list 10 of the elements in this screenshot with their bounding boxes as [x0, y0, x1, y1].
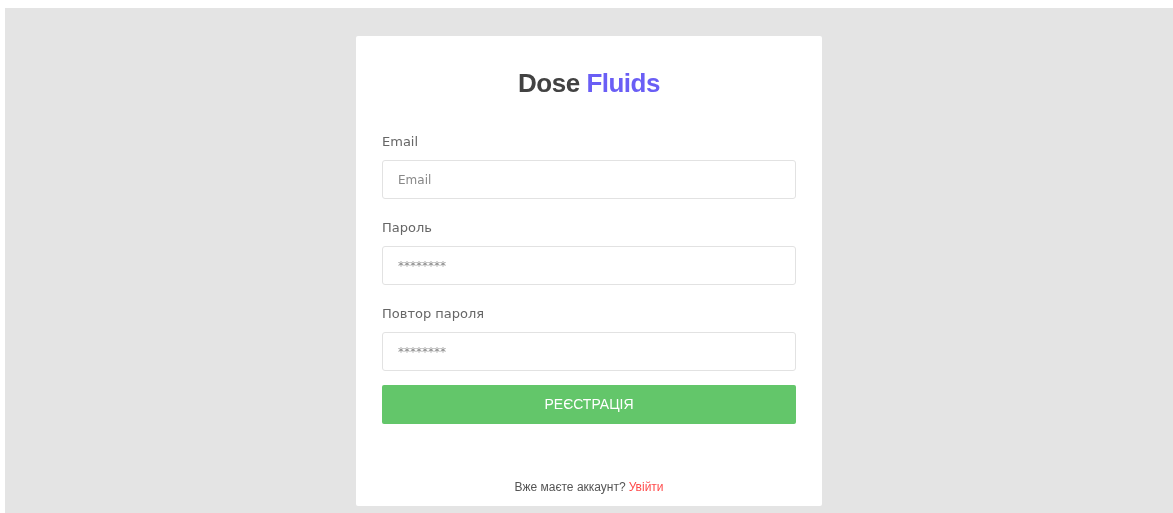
footer-text: Вже маєте аккаунт? [514, 479, 626, 496]
field-label: Email [382, 133, 420, 151]
field-label: Повтор пароля [382, 305, 486, 323]
input-field[interactable]: ******** [382, 246, 796, 285]
register-button[interactable]: РЕЄСТРАЦІЯ [382, 385, 796, 424]
login-link[interactable]: Увійти [628, 478, 664, 496]
input-field[interactable]: Email [382, 160, 796, 199]
brand-logo: Dose Fluids [518, 67, 660, 100]
input-field[interactable]: ******** [382, 332, 796, 371]
field-label: Пароль [382, 219, 433, 237]
